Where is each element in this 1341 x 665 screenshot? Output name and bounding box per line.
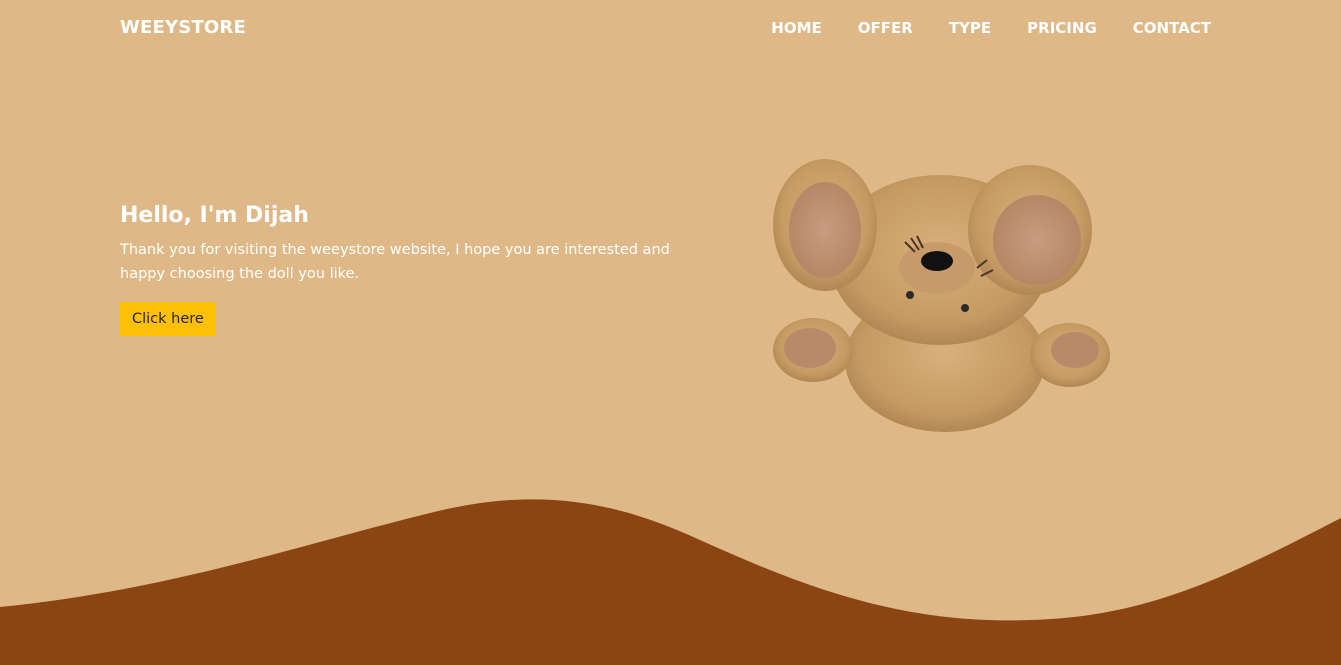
nav-link-contact[interactable]: CONTACT: [1133, 19, 1211, 37]
hero-title: Hello, I'm Dijah: [120, 203, 309, 228]
bear-eye-left: [906, 291, 914, 299]
bear-arm-left-pad: [784, 328, 836, 368]
teddy-bear-image: [773, 159, 1110, 432]
nav-link-pricing[interactable]: PRICING: [1027, 19, 1097, 37]
bear-nose: [921, 251, 953, 271]
nav-link-type[interactable]: TYPE: [949, 19, 991, 37]
brand-logo[interactable]: WEEYSTORE: [120, 17, 246, 38]
nav-link-offer[interactable]: OFFER: [858, 19, 913, 37]
nav-menu: HOME OFFER TYPE PRICING CONTACT: [771, 19, 1211, 37]
click-here-button[interactable]: Click here: [120, 302, 216, 336]
hero-description: Thank you for visiting the weeystore web…: [120, 242, 670, 282]
hero-section: Hello, I'm Dijah Thank you for visiting …: [120, 203, 680, 336]
nav-link-home[interactable]: HOME: [771, 19, 821, 37]
bear-arm-right-pad: [1051, 332, 1099, 368]
top-navbar: WEEYSTORE HOME OFFER TYPE PRICING CONTAC…: [0, 0, 1341, 56]
bottom-wave: [0, 499, 1341, 665]
bear-eye-right: [961, 304, 969, 312]
bear-ear-right-inner: [993, 195, 1081, 285]
bear-ear-left-inner: [789, 182, 861, 278]
